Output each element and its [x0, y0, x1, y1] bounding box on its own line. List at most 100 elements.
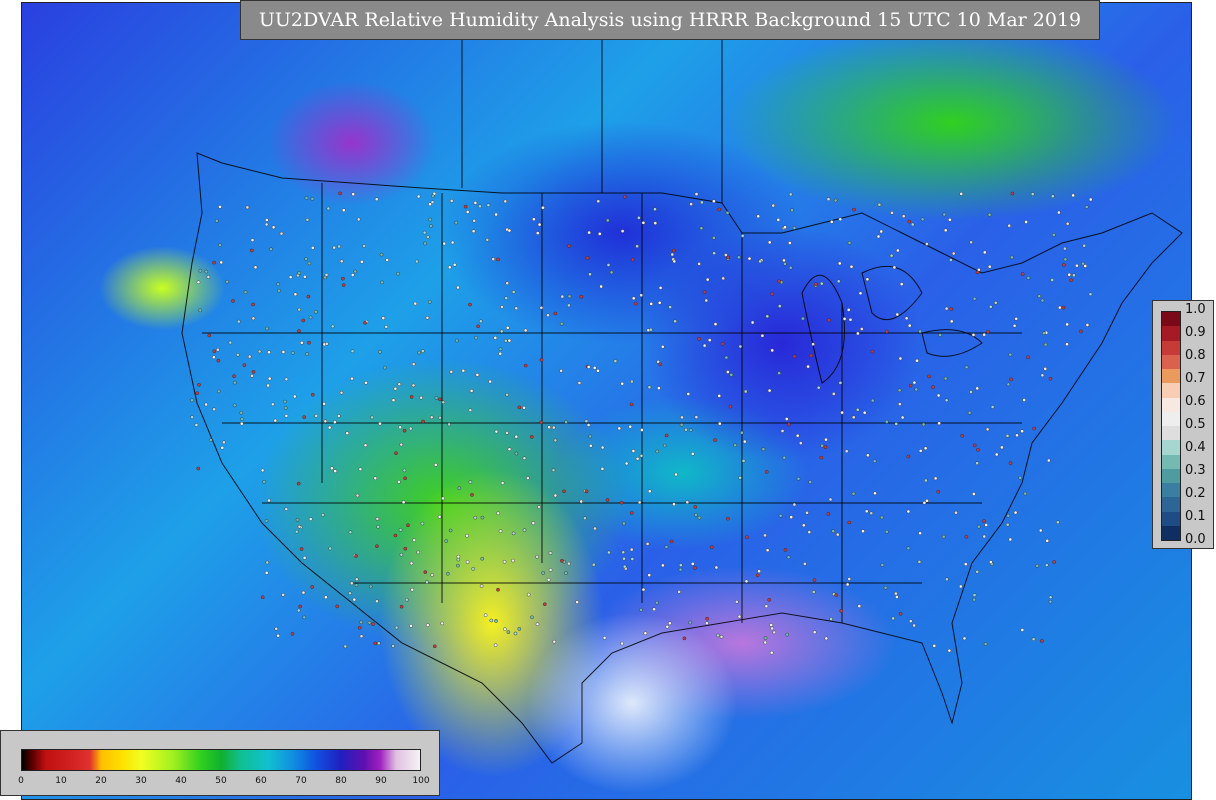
observation-dot	[622, 556, 626, 561]
observation-dot	[198, 308, 202, 313]
observation-dot	[1063, 246, 1067, 251]
observation-dot	[756, 214, 761, 219]
observation-dot	[442, 241, 447, 246]
observation-dot	[869, 511, 874, 516]
observation-dot	[560, 294, 565, 299]
observation-dot	[943, 228, 948, 233]
observation-dot	[921, 422, 926, 427]
observation-dot	[553, 438, 558, 443]
observation-dot	[266, 383, 270, 388]
observation-dot	[326, 206, 331, 211]
observation-dot	[350, 376, 354, 381]
observation-dot	[596, 199, 601, 204]
observation-dot	[584, 489, 589, 494]
observation-dot	[788, 241, 792, 245]
observation-dot	[502, 560, 507, 564]
observation-dot	[313, 309, 318, 314]
observation-dot	[354, 554, 358, 558]
observation-dot	[652, 607, 656, 612]
observation-dot	[664, 545, 669, 549]
observation-dot	[704, 298, 709, 303]
observation-dot	[989, 305, 993, 309]
observation-dot	[455, 338, 459, 343]
observation-dot	[1072, 273, 1076, 278]
observation-dot	[630, 379, 634, 384]
observation-dot	[648, 489, 652, 494]
observation-dot	[877, 202, 882, 207]
observation-dot	[994, 452, 999, 457]
observation-dot	[204, 269, 209, 274]
vtick-label: 0.9	[1185, 325, 1206, 340]
observation-dot	[341, 208, 346, 212]
observation-dot	[260, 468, 265, 473]
observation-dot	[1088, 197, 1093, 202]
observation-dot	[763, 533, 767, 538]
observation-dot	[493, 643, 498, 648]
observation-dot	[789, 515, 794, 519]
observation-dot	[847, 241, 852, 245]
observation-dot	[564, 420, 568, 424]
observation-dot	[982, 519, 986, 523]
observation-dot	[397, 480, 401, 484]
htick-label: 80	[335, 776, 347, 786]
observation-dot	[947, 648, 952, 653]
observation-dot	[541, 571, 546, 575]
observation-dot	[433, 463, 438, 467]
observation-dot	[697, 515, 702, 520]
observation-dot	[209, 438, 213, 442]
observation-dot	[699, 226, 704, 230]
observation-dot	[1031, 637, 1036, 642]
observation-dot	[236, 352, 240, 357]
observation-dot	[1013, 510, 1018, 515]
observation-dot	[889, 253, 894, 258]
observation-dot	[257, 349, 262, 354]
observation-dot	[456, 563, 460, 568]
observation-dot	[783, 262, 787, 266]
observation-dot	[323, 275, 327, 280]
observation-dot	[302, 415, 307, 419]
observation-dot	[792, 354, 797, 359]
observation-dot	[898, 356, 903, 361]
observation-dot	[785, 417, 789, 421]
observation-dot	[1043, 342, 1048, 347]
observation-dot	[691, 562, 695, 566]
observation-dot	[401, 500, 406, 504]
observation-dot	[488, 379, 492, 384]
observation-dot	[380, 280, 384, 285]
observation-dot	[212, 407, 216, 412]
observation-dot	[216, 389, 221, 394]
observation-dot	[634, 301, 638, 306]
observation-dot	[897, 388, 902, 393]
observation-dot	[284, 507, 289, 511]
observation-dot	[551, 468, 556, 473]
observation-dot	[1008, 461, 1013, 466]
observation-dot	[848, 317, 853, 322]
observation-dot	[239, 421, 244, 426]
observation-dot	[906, 509, 911, 514]
observation-dot	[589, 443, 593, 448]
observation-dot	[988, 264, 992, 269]
htick-label: 60	[255, 776, 267, 786]
observation-dot	[693, 505, 698, 509]
observation-dot	[673, 319, 677, 324]
observation-dot	[218, 243, 222, 247]
observation-dot	[310, 585, 315, 589]
observation-dot	[322, 402, 326, 406]
observation-dot	[839, 609, 844, 613]
observation-dot	[302, 615, 307, 620]
observation-dot	[1043, 367, 1048, 371]
observation-dot	[807, 530, 812, 534]
observation-dot	[251, 370, 256, 374]
observation-dot	[409, 561, 414, 566]
observation-dot	[498, 347, 503, 352]
observation-dot	[799, 441, 803, 445]
observation-dot	[620, 229, 625, 233]
observation-dot	[884, 329, 889, 334]
observation-dot	[465, 210, 470, 214]
observation-dot	[982, 534, 987, 539]
observation-dot	[284, 377, 289, 382]
observation-dot	[657, 386, 661, 390]
observation-dot	[327, 425, 332, 430]
observation-dot	[1030, 192, 1035, 196]
observation-dot	[363, 443, 368, 448]
